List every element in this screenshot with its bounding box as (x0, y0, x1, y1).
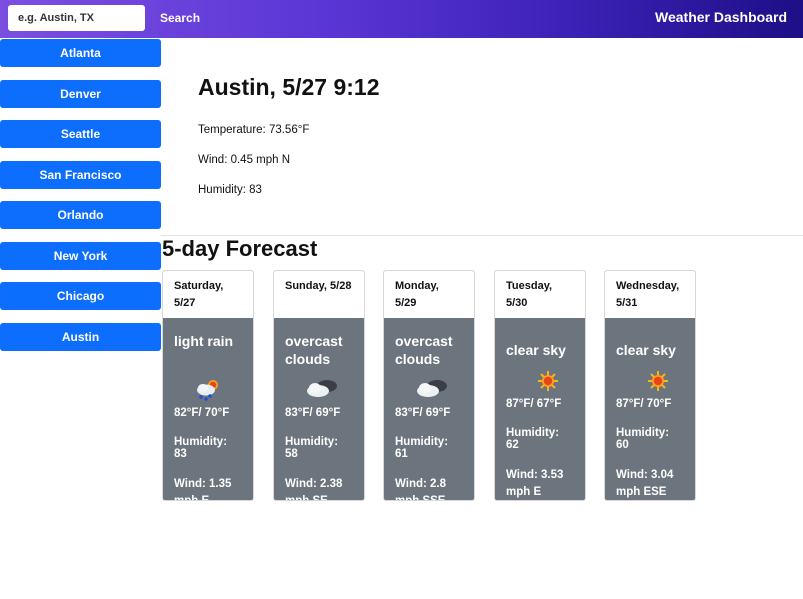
forecast-wind: Wind: 3.53 mph E (506, 469, 564, 498)
forecast-description: clear sky (616, 342, 676, 358)
forecast-description: light rain (174, 333, 234, 349)
forecast-description: overcast clouds (285, 333, 343, 367)
sun-icon (616, 369, 684, 395)
forecast-temperature: 87°F/ 67°F (506, 398, 562, 410)
forecast-wind: Wind: 2.38 mph SE (285, 478, 343, 501)
current-temperature: Temperature: 73.56°F (198, 124, 310, 136)
rain-cloud-sun-icon (174, 378, 242, 404)
city-history-list: Atlanta Denver Seattle San Francisco Orl… (0, 39, 161, 363)
forecast-description: clear sky (506, 342, 566, 358)
city-button-austin[interactable]: Austin (0, 322, 161, 351)
forecast-card: Monday, 5/29 overcast clouds 83°F/ 69°F … (383, 270, 475, 501)
forecast-day: Saturday, 5/27 (163, 271, 253, 318)
forecast-day: Sunday, 5/28 (274, 271, 364, 318)
overcast-clouds-icon (395, 378, 463, 404)
forecast-card: Sunday, 5/28 overcast clouds 83°F/ 69°F … (273, 270, 365, 501)
city-button-new-york[interactable]: New York (0, 241, 161, 270)
forecast-humidity: Humidity: 62 (506, 427, 560, 451)
current-weather-title: Austin, 5/27 9:12 (198, 74, 380, 101)
forecast-humidity: Humidity: 60 (616, 427, 670, 451)
current-wind: Wind: 0.45 mph N (198, 154, 291, 166)
sun-icon (506, 369, 574, 395)
forecast-humidity: Humidity: 61 (395, 436, 449, 460)
city-button-denver[interactable]: Denver (0, 79, 161, 108)
forecast-wind: Wind: 3.04 mph ESE (616, 469, 674, 498)
forecast-temperature: 83°F/ 69°F (285, 407, 341, 419)
forecast-card: Tuesday, 5/30 clear sky 87°F/ 67°F Humid… (494, 270, 586, 501)
forecast-wind: Wind: 1.35 mph E (174, 478, 232, 501)
forecast-heading: 5-day Forecast (162, 236, 318, 261)
forecast-day: Wednesday, 5/31 (605, 271, 695, 318)
search-input[interactable] (8, 5, 145, 31)
forecast-temperature: 82°F/ 70°F (174, 407, 230, 419)
forecast-humidity: Humidity: 83 (174, 436, 228, 460)
forecast-temperature: 83°F/ 69°F (395, 407, 451, 419)
forecast-wind: Wind: 2.8 mph SSE (395, 478, 447, 501)
forecast-temperature: 87°F/ 70°F (616, 398, 672, 410)
city-button-atlanta[interactable]: Atlanta (0, 39, 161, 67)
app-title: Weather Dashboard (655, 9, 787, 25)
current-city-date: Austin, 5/27 9:12 (198, 74, 380, 100)
top-bar: Search Weather Dashboard (0, 0, 803, 38)
forecast-day: Monday, 5/29 (384, 271, 474, 318)
city-button-chicago[interactable]: Chicago (0, 282, 161, 310)
forecast-description: overcast clouds (395, 333, 453, 367)
search-button[interactable]: Search (154, 8, 206, 28)
forecast-card: Saturday, 5/27 light rain 82°F/ 70°F Hum… (162, 270, 254, 501)
city-button-orlando[interactable]: Orlando (0, 201, 161, 229)
city-button-san-francisco[interactable]: San Francisco (0, 160, 161, 189)
overcast-clouds-icon (285, 378, 353, 404)
current-humidity: Humidity: 83 (198, 184, 262, 196)
forecast-day: Tuesday, 5/30 (495, 271, 585, 318)
city-button-seattle[interactable]: Seattle (0, 120, 161, 148)
forecast-card: Wednesday, 5/31 clear sky 87°F/ 70°F Hum… (604, 270, 696, 501)
forecast-humidity: Humidity: 58 (285, 436, 339, 460)
